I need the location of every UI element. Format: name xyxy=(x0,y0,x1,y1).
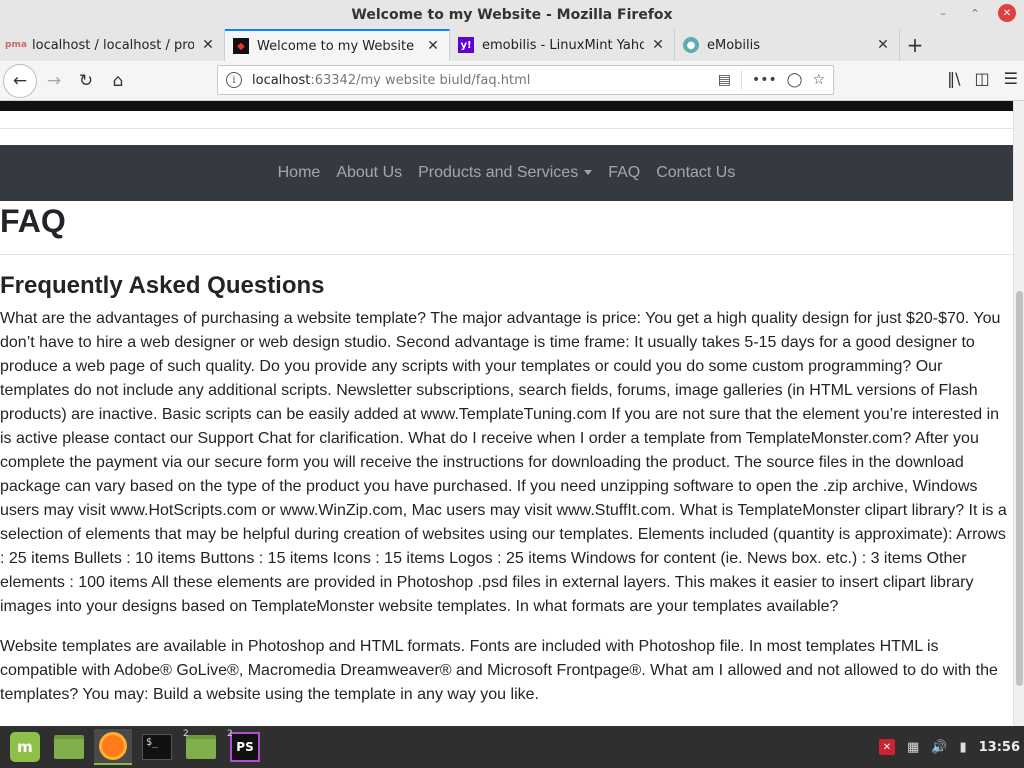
files-launcher[interactable]: 2 xyxy=(182,729,220,765)
window-title: Welcome to my Website - Mozilla Firefox xyxy=(351,6,673,23)
pocket-icon[interactable]: ◯ xyxy=(787,72,803,88)
tab-close-icon[interactable]: ✕ xyxy=(200,37,216,53)
tab-close-icon[interactable]: ✕ xyxy=(650,37,666,53)
caret-down-icon xyxy=(584,170,593,176)
section-heading: Frequently Asked Questions xyxy=(0,272,325,299)
maximize-icon[interactable]: ⌃ xyxy=(966,4,984,22)
info-icon[interactable]: i xyxy=(226,72,242,88)
nav-link-about[interactable]: About Us xyxy=(328,164,410,182)
bookmark-star-icon[interactable]: ☆ xyxy=(812,72,825,88)
new-tab-icon[interactable]: + xyxy=(900,29,930,61)
tab-strip: pma localhost / localhost / project ✕ ◆ … xyxy=(0,29,1024,61)
tab-emobilis[interactable]: ● eMobilis ✕ xyxy=(675,29,900,61)
yahoo-icon: y! xyxy=(458,37,474,53)
site-favicon-icon: ◆ xyxy=(233,38,249,54)
menu-icon[interactable]: ☰ xyxy=(1004,69,1018,88)
linux-mint-icon: m xyxy=(10,732,40,762)
faq-paragraph-1: What are the advantages of purchasing a … xyxy=(0,310,1007,615)
window-count-badge: 2 xyxy=(227,729,233,739)
url-bar[interactable]: i localhost:63342/my website biuld/faq.h… xyxy=(217,65,834,95)
more-actions-icon[interactable]: ••• xyxy=(752,72,777,88)
scrollbar-thumb[interactable] xyxy=(1016,291,1023,686)
tab-label: Welcome to my Website xyxy=(257,38,415,54)
sidebar-icon[interactable]: ◫ xyxy=(975,69,990,88)
nav-link-products-label: Products and Services xyxy=(418,164,579,181)
url-host: localhost xyxy=(252,72,311,88)
firefox-icon xyxy=(99,732,127,760)
url-path: :63342/my website biuld/faq.html xyxy=(310,72,531,88)
tab-phpmyadmin[interactable]: pma localhost / localhost / project ✕ xyxy=(0,29,225,61)
taskbar: m $_ 2 2 PS ✕ ▦ 🔊 ▮ 13:56 xyxy=(0,726,1024,768)
home-icon[interactable]: ⌂ xyxy=(103,66,133,96)
tab-label: eMobilis xyxy=(707,37,761,53)
tab-close-icon[interactable]: ✕ xyxy=(425,38,441,54)
window-count-badge: 2 xyxy=(183,729,189,739)
header-strip xyxy=(0,111,1013,129)
folder-icon xyxy=(186,735,216,759)
clock[interactable]: 13:56 xyxy=(979,740,1020,755)
browser-toolbar: ← → ↻ ⌂ i localhost:63342/my website biu… xyxy=(0,61,1024,101)
phpstorm-icon: PS xyxy=(230,732,260,762)
reload-icon[interactable]: ↻ xyxy=(71,66,101,96)
toolbar-right: ‖\ ◫ ☰ xyxy=(947,69,1018,88)
phpmyadmin-icon: pma xyxy=(5,40,27,50)
page-title: FAQ xyxy=(0,201,1013,255)
window-titlebar: Welcome to my Website - Mozilla Firefox … xyxy=(0,0,1024,29)
faq-paragraph-2: Website templates are available in Photo… xyxy=(0,638,998,703)
top-black-bar xyxy=(0,101,1013,111)
nav-link-contact[interactable]: Contact Us xyxy=(648,164,743,182)
firefox-launcher[interactable] xyxy=(94,729,132,765)
update-shield-icon[interactable]: ✕ xyxy=(878,739,895,755)
folder-icon xyxy=(54,735,84,759)
reader-view-icon[interactable]: ▤ xyxy=(718,72,731,88)
terminal-launcher[interactable]: $_ xyxy=(138,729,176,765)
volume-icon[interactable]: 🔊 xyxy=(931,740,947,755)
system-tray: ✕ ▦ 🔊 ▮ 13:56 xyxy=(878,726,1020,768)
menu-launcher[interactable]: m xyxy=(6,729,44,765)
show-desktop-launcher[interactable] xyxy=(50,729,88,765)
forward-arrow-icon[interactable]: → xyxy=(39,66,69,96)
tab-label: emobilis - LinuxMint Yahoo Se xyxy=(482,37,644,53)
library-icon[interactable]: ‖\ xyxy=(947,69,960,88)
network-icon[interactable]: ▦ xyxy=(907,740,919,755)
page-viewport: Home About Us Products and Services FAQ … xyxy=(0,101,1013,726)
site-navbar: Home About Us Products and Services FAQ … xyxy=(0,145,1013,201)
nav-dropdown-products[interactable]: Products and Services xyxy=(410,164,600,182)
nav-link-home[interactable]: Home xyxy=(270,164,329,182)
nav-link-faq[interactable]: FAQ xyxy=(600,164,648,182)
tab-welcome[interactable]: ◆ Welcome to my Website ✕ xyxy=(225,29,450,61)
window-controls: – ⌃ ✕ xyxy=(934,4,1016,22)
minimize-icon[interactable]: – xyxy=(934,4,952,22)
close-window-icon[interactable]: ✕ xyxy=(998,4,1016,22)
tab-yahoo[interactable]: y! emobilis - LinuxMint Yahoo Se ✕ xyxy=(450,29,675,61)
page-scrollbar[interactable] xyxy=(1013,101,1024,726)
back-arrow-icon[interactable]: ← xyxy=(3,63,37,98)
divider xyxy=(740,70,742,90)
url-actions: ▤ ••• ◯ ☆ xyxy=(718,70,825,90)
power-icon[interactable]: ▮ xyxy=(959,740,966,755)
tab-close-icon[interactable]: ✕ xyxy=(875,37,891,53)
tab-label: localhost / localhost / project xyxy=(32,37,194,53)
globe-icon: ● xyxy=(683,37,699,53)
phpstorm-launcher[interactable]: 2 PS xyxy=(226,729,264,765)
terminal-icon: $_ xyxy=(142,734,172,760)
